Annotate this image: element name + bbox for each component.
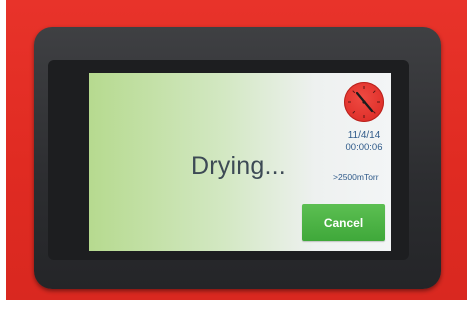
device-photo: Drying... 11/4/14 00:00:06 >2500mTorr Ca… [0, 0, 473, 315]
pressure-readout: >2500mTorr [333, 172, 379, 182]
cancel-button[interactable]: Cancel [302, 204, 385, 241]
clock-dial-icon [344, 82, 384, 122]
date-readout: 11/4/14 [347, 130, 381, 141]
status-label: Drying... [191, 152, 286, 180]
touch-screen: Drying... 11/4/14 00:00:06 >2500mTorr Ca… [89, 73, 391, 251]
elapsed-time-readout: 00:00:06 [345, 142, 383, 153]
